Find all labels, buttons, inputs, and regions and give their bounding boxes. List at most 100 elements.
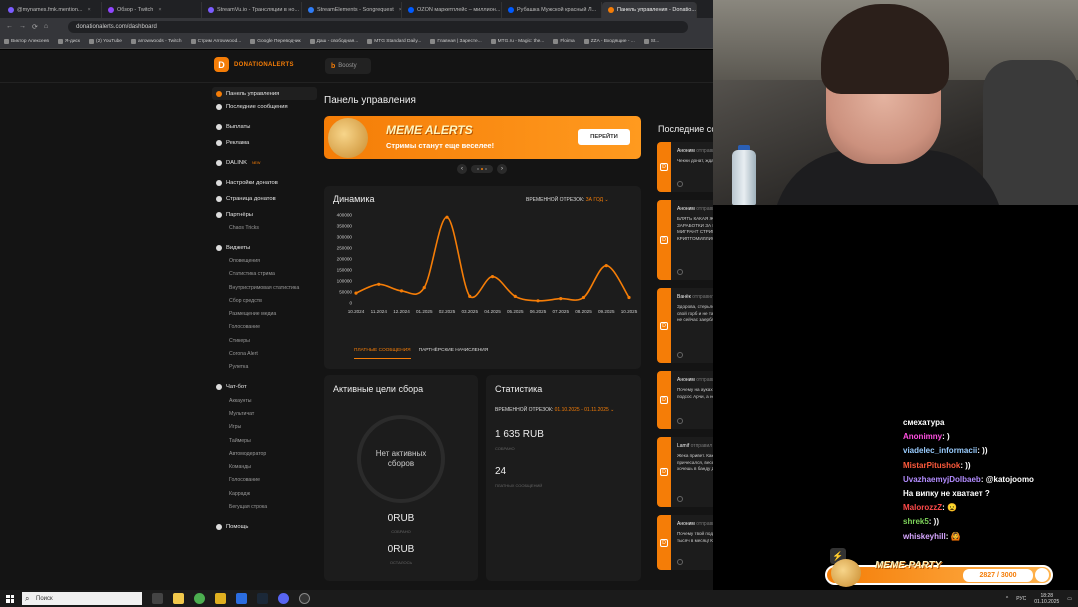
home-icon[interactable]: ⌂ (44, 23, 48, 30)
data-point[interactable] (604, 264, 608, 268)
sidebar-item-dashboard[interactable]: Панель управления (212, 87, 317, 100)
sidebar-subitem[interactable]: Каррадж (212, 487, 317, 500)
data-point[interactable] (490, 275, 495, 279)
discord-icon[interactable] (278, 593, 289, 604)
url-field[interactable]: donationalerts.com/dashboard (68, 20, 689, 33)
stats-period[interactable]: ВРЕМЕННОЙ ОТРЕЗОК: 01.10.2025 - 01.11.20… (495, 407, 614, 413)
sidebar-subitem[interactable]: Статистика стрима (212, 268, 317, 281)
replay-icon[interactable] (677, 496, 683, 502)
sidebar-item-widgets[interactable]: Виджеты (212, 241, 317, 254)
taskbar-search-input[interactable]: Поиск (22, 592, 142, 605)
banner-go-button[interactable]: ПЕРЕЙТИ (578, 129, 630, 145)
bookmark-item[interactable]: Floima (553, 39, 575, 44)
data-point[interactable] (513, 294, 517, 298)
logo[interactable]: D DONATIONALERTS (214, 57, 294, 72)
obs-icon[interactable] (299, 593, 310, 604)
browser-tab[interactable]: Рубашка Мужской красный Л...× (502, 2, 602, 18)
data-point[interactable] (468, 294, 472, 298)
browser-tab[interactable]: OZON маркетплейс – миллион...× (402, 2, 502, 18)
donation-message-card[interactable]: D Аноним отправил Чекни донат, ждать, пок… (657, 142, 713, 192)
donation-message-card[interactable]: D Ванёк отправил 55 RUB Здорова, стерьлота… (657, 288, 713, 363)
file-explorer-icon[interactable] (173, 593, 184, 604)
sidebar-item-payouts[interactable]: Выплаты (212, 120, 317, 133)
sidebar-item-dalink[interactable]: DALINK NEW (212, 156, 317, 169)
sidebar-subitem[interactable]: Голосование (212, 321, 317, 334)
tab-paid-messages[interactable]: ПЛАТНЫЕ СООБЩЕНИЯ (354, 348, 411, 359)
data-point[interactable] (422, 286, 426, 290)
sidebar-subitem[interactable]: Оповещения (212, 254, 317, 267)
tab-partner-charges[interactable]: ПАРТНЁРСКИЕ НАЧИСЛЕНИЯ (419, 348, 489, 359)
bookmark-item[interactable]: Google Переводчик (250, 39, 301, 44)
close-icon[interactable]: × (88, 7, 91, 13)
sidebar-item-partners[interactable]: Партнёры (212, 208, 317, 221)
carousel-dot[interactable] (477, 168, 479, 170)
bookmark-item[interactable]: MTG Standard Daily... (367, 39, 421, 44)
sidebar-subitem[interactable]: Игры (212, 421, 317, 434)
data-point[interactable] (377, 282, 381, 286)
bookmark-item[interactable]: Стрим Arrowwood... (190, 39, 241, 44)
donation-message-card[interactable]: D Lamif отправил 55 RUB Жека привет. Какие… (657, 437, 713, 507)
sidebar-subitem-chaos-tricks[interactable]: Chaos Tricks (212, 221, 317, 234)
task-view-icon[interactable] (152, 593, 163, 604)
replay-icon[interactable] (677, 269, 683, 275)
data-point[interactable] (627, 295, 631, 300)
carousel-dot[interactable] (485, 168, 487, 170)
bookmark-item[interactable]: arrowwoods - Twitch (130, 39, 182, 44)
dynamics-period[interactable]: ВРЕМЕННОЙ ОТРЕЗОК: ЗА ГОД ⌄ (526, 197, 609, 203)
sidebar-item-donation-settings[interactable]: Настройки донатов (212, 176, 317, 189)
browser-tab[interactable]: StreamVu.io - Трансляции в но...× (202, 2, 302, 18)
bookmark-item[interactable]: MTG.ru - Magic: the... (490, 39, 544, 44)
windows-start-icon[interactable] (6, 594, 14, 603)
replay-icon[interactable] (677, 418, 683, 424)
app-icon[interactable] (215, 593, 226, 604)
bookmark-item[interactable]: Виктор Алексеев (4, 39, 49, 44)
chrome-icon[interactable] (194, 593, 205, 604)
chevron-left-icon[interactable]: ‹ (457, 164, 467, 174)
carousel-dot[interactable] (481, 168, 483, 170)
reload-icon[interactable]: ⟳ (32, 23, 38, 31)
notifications-icon[interactable]: ▭ (1067, 596, 1072, 602)
app-icon[interactable] (236, 593, 247, 604)
sidebar-item-chatbot[interactable]: Чат-бот (212, 381, 317, 394)
replay-icon[interactable] (677, 181, 683, 187)
browser-tab[interactable]: StreamElements - Songrequest × (302, 2, 402, 18)
sidebar-subitem[interactable]: Сбор средств (212, 294, 317, 307)
sidebar-item-donation-page[interactable]: Страница донатов (212, 192, 317, 205)
sidebar-subitem[interactable]: Рулетка (212, 361, 317, 374)
sidebar-subitem[interactable]: Голосование (212, 474, 317, 487)
sidebar-subitem[interactable]: Размещение медиа (212, 307, 317, 320)
bookmark-item[interactable]: Даш - свободная... (309, 39, 358, 44)
bookmark-item[interactable]: ZZA - Входящие - ... (583, 39, 635, 44)
sidebar-item-recent-messages[interactable]: Последние сообщения (212, 100, 317, 113)
sidebar-subitem[interactable]: Внутристримовая статистика (212, 281, 317, 294)
data-point[interactable] (536, 299, 540, 303)
browser-tab[interactable]: Панель управления - Donatio...× (602, 2, 697, 18)
forward-icon[interactable]: → (19, 23, 26, 30)
sidebar-subitem[interactable]: Стикеры (212, 334, 317, 347)
chevron-up-icon[interactable]: ^ (1006, 596, 1008, 602)
back-icon[interactable]: ← (6, 23, 13, 30)
browser-tab[interactable]: Обзор - Twitch × (102, 2, 202, 18)
sidebar-subitem[interactable]: Бегущая строка (212, 500, 317, 513)
data-point[interactable] (559, 297, 563, 301)
chevron-right-icon[interactable]: › (497, 164, 507, 174)
data-point[interactable] (581, 295, 586, 300)
clock[interactable]: 18:28 01.10.2025 (1034, 593, 1059, 605)
sidebar-item-help[interactable]: Помощь (212, 521, 317, 534)
data-point[interactable] (354, 291, 358, 295)
bookmark-item[interactable]: St... (643, 39, 659, 44)
sidebar-subitem[interactable]: Таймеры (212, 434, 317, 447)
meme-alerts-banner[interactable]: MEME ALERTS Стримы станут еще веселее! П… (324, 116, 641, 159)
language-indicator[interactable]: РУС (1016, 596, 1026, 602)
data-point[interactable] (399, 289, 404, 293)
bookmark-item[interactable]: Я-диск (57, 39, 80, 44)
replay-icon[interactable] (677, 559, 683, 565)
browser-tab[interactable]: @mynames.fmk.mention... × (2, 2, 102, 18)
close-icon[interactable]: × (158, 7, 161, 13)
sidebar-subitem[interactable]: Аккаунты (212, 394, 317, 407)
sidebar-subitem[interactable]: Автомодератор (212, 447, 317, 460)
sidebar-subitem[interactable]: Corona Alert (212, 347, 317, 360)
boosty-button[interactable]: b Boosty (325, 58, 371, 74)
bookmark-item[interactable]: Главная | Заресте... (430, 39, 482, 44)
donation-message-card[interactable]: D Аноним отправил 55 RUB БЛЯТЬ КАКАЯ Ж БЛЯ… (657, 200, 713, 280)
